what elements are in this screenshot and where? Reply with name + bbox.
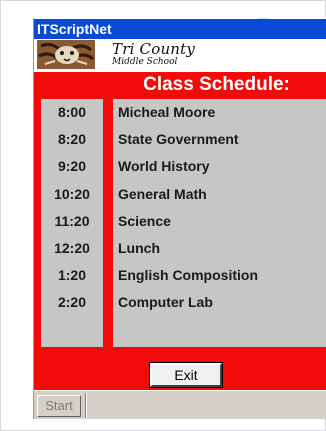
row-time: 8:00 (57, 104, 87, 120)
row-class: General Math (118, 186, 207, 202)
row-class: Computer Lab (118, 294, 213, 310)
row-time: 12:20 (54, 240, 90, 256)
school-banner: Tri County Middle School (34, 39, 326, 71)
row-time: 9:20 (57, 158, 87, 174)
row-class: State Government (118, 131, 239, 147)
schedule-row: 11:20 Science (41, 208, 326, 235)
row-time: 11:20 (54, 213, 90, 229)
row-class: Micheal Moore (118, 104, 216, 120)
row-class: World History (118, 158, 210, 174)
app-title: ITScriptNet (37, 21, 112, 37)
taskbar: Start (34, 390, 326, 419)
school-subtitle: Middle School (112, 57, 178, 67)
pda-screen: ITScriptNet Tri County Middle School Cla… (33, 18, 326, 419)
row-time: 8:20 (57, 131, 87, 147)
schedule-row: 2:20 Computer Lab (41, 289, 326, 316)
row-class: Science (118, 213, 171, 229)
schedule-heading: Class Schedule: (143, 74, 290, 95)
start-button[interactable]: Start (37, 395, 81, 417)
tiger-logo (37, 40, 95, 69)
exit-button[interactable]: Exit (149, 362, 223, 388)
row-time: 10:20 (54, 186, 90, 202)
row-time: 1:20 (57, 267, 87, 283)
row-time: 2:20 (57, 294, 87, 310)
app-title-bar: ITScriptNet (34, 19, 326, 39)
schedule-row: 10:20 General Math (41, 181, 326, 208)
schedule-panel: 8:00 Micheal Moore 8:20 State Government… (41, 99, 326, 347)
schedule-row: 1:20 English Composition (41, 262, 326, 289)
taskbar-separator (85, 393, 87, 418)
schedule-row: 12:20 Lunch (41, 235, 326, 262)
row-class: English Composition (118, 267, 258, 283)
school-name: Tri County (112, 40, 196, 58)
schedule-row: 9:20 World History (41, 153, 326, 180)
schedule-row: 8:20 State Government (41, 126, 326, 153)
row-class: Lunch (118, 240, 160, 256)
schedule-row: 8:00 Micheal Moore (41, 99, 326, 126)
